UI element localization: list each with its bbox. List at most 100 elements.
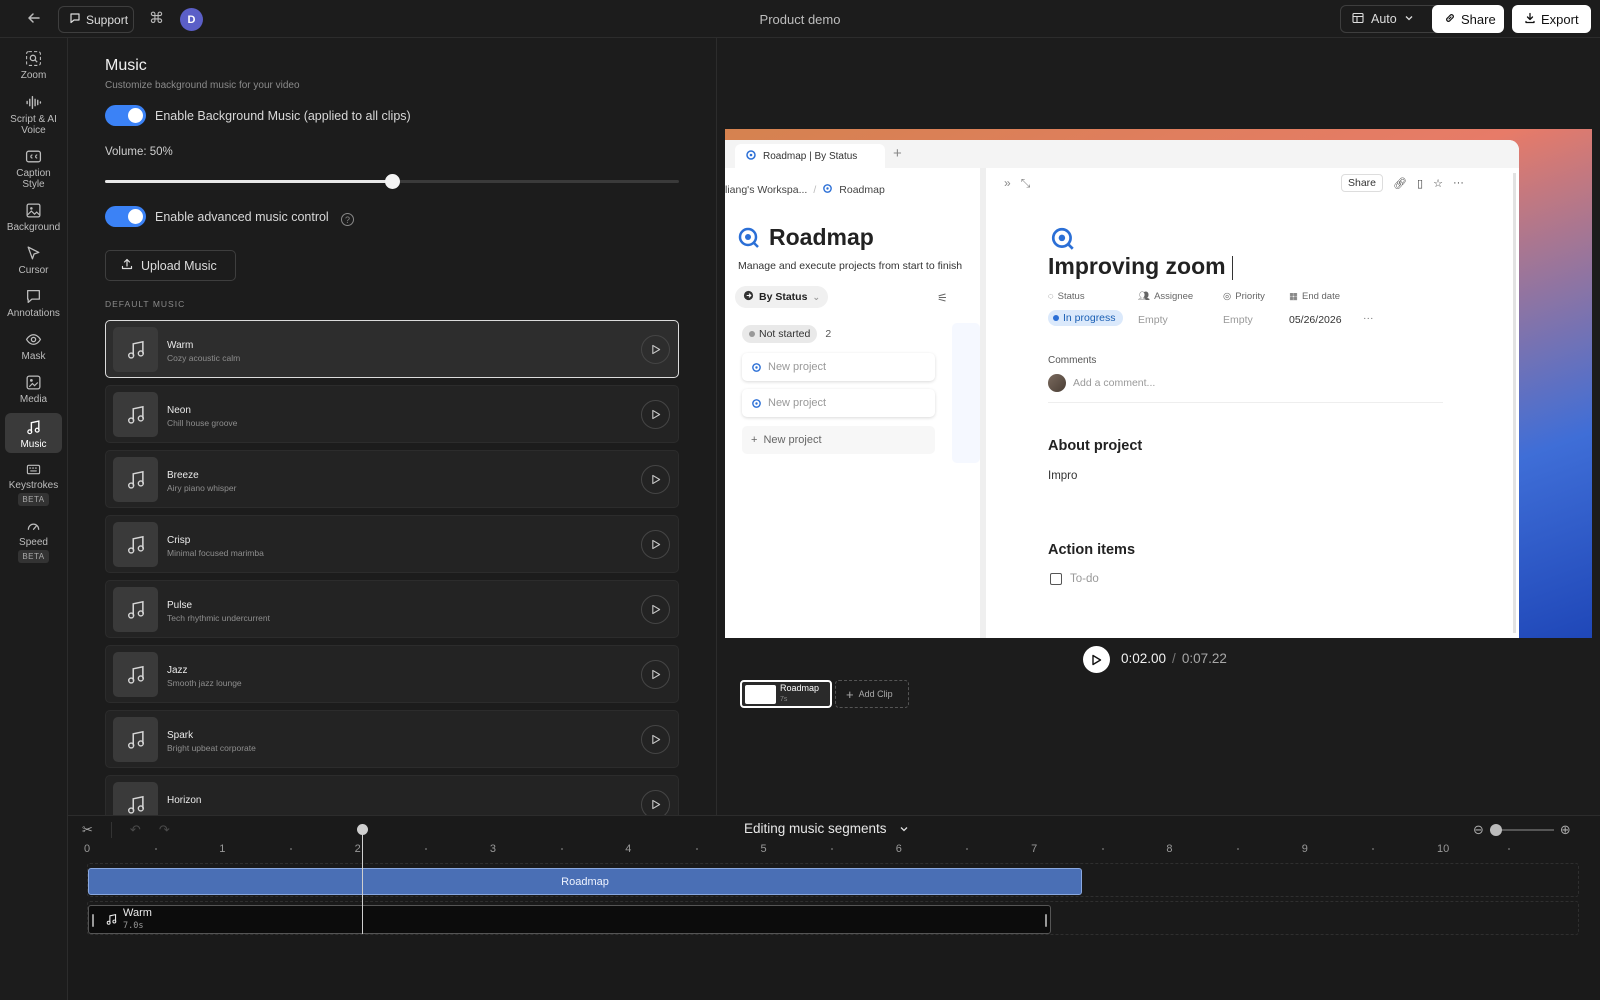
preview-play-button[interactable]	[641, 790, 670, 815]
music-note-icon	[127, 535, 144, 554]
cursor-icon	[27, 246, 40, 260]
music-track-item[interactable]: Warm Cozy acoustic calm	[105, 320, 679, 378]
view-label: By Status	[759, 291, 808, 303]
redo-icon[interactable]: ↷	[159, 822, 170, 838]
music-note-icon	[127, 600, 144, 619]
avatar	[1048, 374, 1066, 392]
zoom-slider-handle[interactable]	[1489, 824, 1502, 836]
background-music-toggle[interactable]	[105, 105, 146, 126]
roadmap-small-icon	[752, 398, 761, 408]
preview-play-button[interactable]	[641, 335, 670, 364]
segment-handle-left[interactable]	[92, 914, 94, 927]
comment-icon	[27, 290, 40, 303]
column-header: Not started 2	[742, 325, 831, 343]
play-icon	[1092, 654, 1102, 665]
preview-play-button[interactable]	[641, 725, 670, 754]
music-thumbnail	[113, 327, 158, 372]
breadcrumb-separator: /	[813, 184, 817, 196]
page-title: Improving zoom	[1048, 253, 1233, 280]
music-track-description: Smooth jazz lounge	[167, 678, 242, 688]
todo-item: To-do	[1050, 573, 1099, 585]
add-clip-button[interactable]: + Add Clip	[835, 680, 909, 708]
sidebar-item-mask[interactable]: Mask	[5, 325, 62, 365]
gauge-icon	[27, 523, 40, 530]
music-track-item[interactable]: Neon Chill house groove	[105, 385, 679, 443]
preview-play-button[interactable]	[641, 530, 670, 559]
music-track-item[interactable]: Pulse Tech rhythmic undercurrent	[105, 580, 679, 638]
column-count: 2	[825, 328, 832, 340]
playhead[interactable]	[357, 824, 368, 934]
volume-slider-handle[interactable]	[385, 174, 400, 189]
zoom-in-icon[interactable]: ⊕	[1560, 822, 1571, 838]
undo-icon[interactable]: ↶	[130, 822, 141, 838]
sidebar-item-label: Zoom	[20, 70, 47, 81]
roadmap-large-icon	[738, 227, 759, 248]
preview-play-button[interactable]	[641, 595, 670, 624]
upload-music-label: Upload Music	[141, 258, 217, 273]
music-note-icon	[127, 470, 144, 489]
zoom-slider[interactable]	[1489, 824, 1554, 836]
volume-slider[interactable]	[105, 174, 679, 189]
upload-music-button[interactable]: Upload Music	[105, 250, 236, 281]
video-canvas[interactable]: Roadmap | By Status + liang's Workspa...…	[725, 129, 1592, 638]
advanced-music-toggle[interactable]	[105, 206, 146, 227]
sidebar-item-script-voice[interactable]: Script & AI Voice	[5, 88, 62, 138]
browser-tab-strip: Roadmap | By Status +	[725, 140, 1519, 168]
preview-play-button[interactable]	[641, 400, 670, 429]
music-track-description: Bright upbeat corporate	[167, 743, 256, 753]
video-segment[interactable]: Roadmap	[88, 868, 1082, 895]
music-track-item[interactable]: Horizon	[105, 775, 679, 815]
breadcrumb-page: Roadmap	[839, 184, 885, 196]
timeline-zoom-control: ⊖ ⊕	[1473, 822, 1571, 838]
sidebar-item-label: Mask	[21, 351, 46, 362]
sidebar-item-cursor[interactable]: Cursor	[5, 239, 62, 279]
sidebar-item-keystrokes[interactable]: Keystrokes BETA	[5, 456, 62, 506]
clip-thumbnail[interactable]: Roadmap 7s	[740, 680, 832, 708]
avatar[interactable]: D	[180, 8, 203, 31]
music-segment[interactable]: Warm 7.0s	[88, 905, 1051, 934]
sidebar-item-caption-style[interactable]: Caption Style	[5, 142, 62, 192]
play-icon	[651, 734, 660, 745]
music-track-item[interactable]: Jazz Smooth jazz lounge	[105, 645, 679, 703]
music-track-item[interactable]: Breeze Airy piano whisper	[105, 450, 679, 508]
browser-tab-title: Roadmap | By Status	[763, 150, 858, 162]
music-panel: Music Customize background music for you…	[68, 38, 717, 815]
ruler-half-tick	[966, 848, 969, 850]
zoom-out-icon[interactable]: ⊖	[1473, 822, 1484, 838]
scissors-icon[interactable]: ✂	[82, 822, 93, 838]
export-button[interactable]: Export	[1512, 5, 1591, 33]
sidebar-item-label: Speed	[19, 537, 48, 548]
total-duration: 0:07.22	[1181, 651, 1227, 666]
time-readout: 0:02.00 / 0:07.22	[1121, 651, 1227, 666]
sidebar-item-background[interactable]: Background	[5, 196, 62, 236]
playhead-handle[interactable]	[357, 824, 368, 835]
ruler-tick-label: 4	[625, 843, 632, 855]
music-track-item[interactable]: Spark Bright upbeat corporate	[105, 710, 679, 768]
sidebar-item-music[interactable]: Music	[5, 413, 62, 453]
sidebar-item-media[interactable]: Media	[5, 368, 62, 408]
play-button[interactable]	[1083, 646, 1110, 673]
roadmap-heading: Roadmap	[737, 224, 874, 251]
preview-play-button[interactable]	[641, 465, 670, 494]
ruler-half-tick	[560, 848, 563, 850]
share-button[interactable]: Share	[1432, 5, 1504, 33]
time-ruler[interactable]: 0 1 2 3 4 5 6 7 8 9 10	[84, 843, 1567, 857]
download-icon	[1524, 12, 1536, 27]
preview-play-button[interactable]	[641, 660, 670, 689]
editing-mode-select[interactable]: Editing music segments	[744, 821, 944, 836]
double-chevron-icon: »	[1004, 176, 1011, 190]
plus-icon: +	[846, 686, 854, 702]
command-icon[interactable]: ⌘	[149, 10, 164, 28]
sidebar-item-zoom[interactable]: Zoom	[5, 44, 62, 86]
back-arrow-icon[interactable]	[26, 10, 46, 28]
sidebar-item-annotations[interactable]: Annotations	[5, 282, 62, 322]
sidebar-item-speed[interactable]: Speed BETA	[5, 513, 62, 563]
help-icon[interactable]: ?	[341, 213, 354, 226]
ruler-half-tick	[1507, 848, 1510, 850]
music-thumbnail	[113, 782, 158, 815]
music-track-item[interactable]: Crisp Minimal focused marimba	[105, 515, 679, 573]
support-button[interactable]: Support	[58, 6, 134, 33]
music-track-name: Neon	[167, 405, 191, 416]
page-detail: » ⤡ Share 🔗︎ ▯ ☆ ··· Improving zoom ◌ Sta…	[986, 168, 1519, 638]
segment-handle-right[interactable]	[1045, 914, 1047, 927]
